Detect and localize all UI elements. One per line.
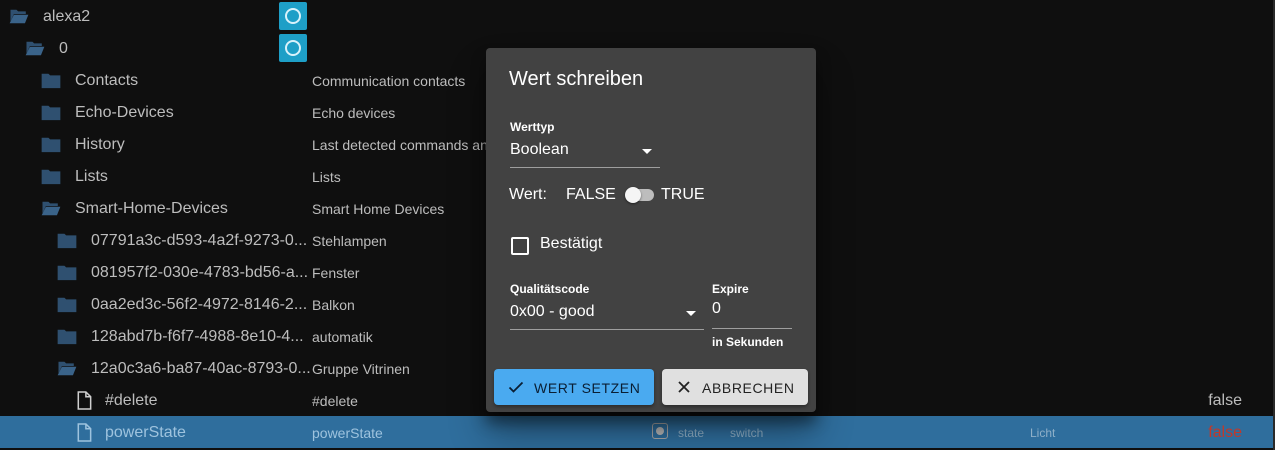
caret-down-icon [686,311,696,316]
expire-input[interactable] [712,300,790,318]
write-value-dialog: Wert schreiben Werttyp Boolean Wert: FAL… [486,48,816,412]
quality-selected: 0x00 - good [510,303,595,320]
quality-select[interactable]: 0x00 - good [510,299,704,330]
confirmed-checkbox[interactable] [511,237,529,255]
confirmed-label[interactable]: Bestätigt [540,235,602,253]
quality-label: Qualitätscode [510,282,590,296]
switch-knob [625,187,641,203]
value-type-selected: Boolean [510,141,569,158]
dialog-overlay: Wert schreiben Werttyp Boolean Wert: FAL… [0,0,1275,450]
true-label: TRUE [661,186,705,203]
set-value-button[interactable]: WERT SETZEN [494,369,654,405]
set-value-label: WERT SETZEN [534,380,641,396]
expire-label: Expire [712,282,749,296]
expire-field[interactable] [712,298,792,329]
close-icon [678,381,690,393]
value-type-label: Werttyp [510,120,555,134]
expire-helper-text: in Sekunden [712,335,784,349]
caret-down-icon [642,149,652,154]
value-label: Wert: [509,186,547,203]
value-type-select[interactable]: Boolean [510,137,660,168]
cancel-button[interactable]: ABBRECHEN [662,369,808,405]
checkmark-icon [508,381,524,393]
false-label: FALSE [566,186,616,203]
cancel-label: ABBRECHEN [702,380,795,396]
value-switch[interactable] [625,187,654,203]
dialog-title: Wert schreiben [509,68,644,90]
